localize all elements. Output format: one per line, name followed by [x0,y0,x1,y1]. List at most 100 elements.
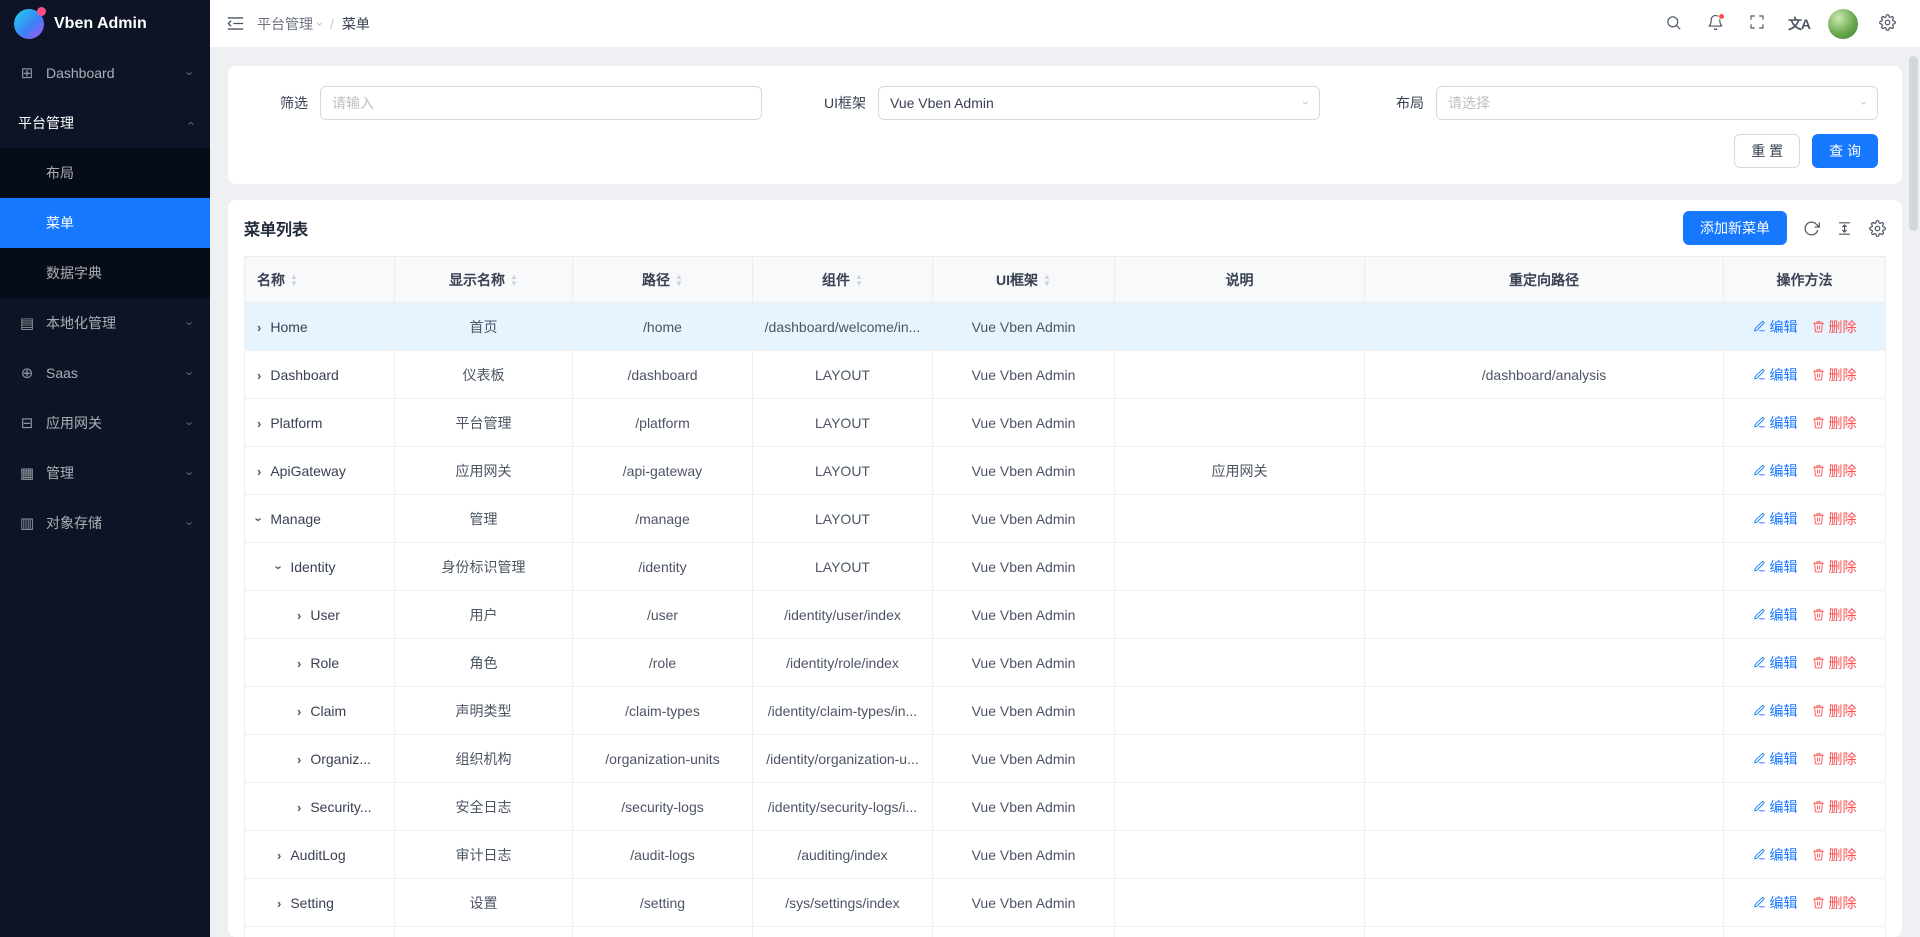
scrollbar-thumb[interactable] [1909,56,1918,231]
edit-button[interactable]: 编辑 [1753,365,1798,385]
expand-caret-icon[interactable]: › [277,848,281,863]
edit-button[interactable]: 编辑 [1753,557,1798,577]
add-menu-button[interactable]: 添加新菜单 [1683,211,1787,245]
cell-name: ›User [245,591,395,639]
settings-button[interactable] [1870,7,1904,41]
notification-button[interactable] [1698,7,1732,41]
cell-path: /home [573,303,753,351]
expand-caret-icon[interactable]: › [277,896,281,911]
delete-button[interactable]: 删除 [1812,557,1857,577]
expand-caret-icon[interactable]: › [257,464,261,479]
fullscreen-button[interactable] [1740,7,1774,41]
column-header-name[interactable]: 名称▲▼ [245,257,395,303]
delete-button[interactable]: 删除 [1812,749,1857,769]
edit-button[interactable]: 编辑 [1753,893,1798,913]
edit-button[interactable]: 编辑 [1753,509,1798,529]
breadcrumb-root[interactable]: 平台管理 › [257,14,322,34]
delete-icon [1812,848,1825,861]
sidebar-subitem-platform-2[interactable]: 数据字典 [0,248,210,298]
sort-carets[interactable]: ▲▼ [675,273,683,287]
expand-caret-icon[interactable]: › [297,656,301,671]
cell-component: /identity/claim-types/in... [753,687,933,735]
delete-button[interactable]: 删除 [1812,701,1857,721]
reset-button[interactable]: 重 置 [1734,134,1800,168]
column-header-path[interactable]: 路径▲▼ [573,257,753,303]
edit-button[interactable]: 编辑 [1753,653,1798,673]
delete-icon [1812,608,1825,621]
column-header-display[interactable]: 显示名称▲▼ [395,257,573,303]
edit-button[interactable]: 编辑 [1753,701,1798,721]
filter-keyword-input[interactable] [320,86,762,120]
sidebar-subitem-platform-1[interactable]: 菜单 [0,198,210,248]
sidebar-item-manage[interactable]: ▦管理› [0,448,210,498]
search-submit-button[interactable]: 查 询 [1812,134,1878,168]
column-settings-icon[interactable] [1869,220,1886,237]
cell-actions: 编辑删除 [1724,399,1886,447]
delete-button[interactable]: 删除 [1812,365,1857,385]
row-name: Identity [290,559,335,575]
cell-path: /audit-logs [573,831,753,879]
expand-caret-icon[interactable]: › [257,368,261,383]
sidebar-item-platform[interactable]: 平台管理› [0,98,210,148]
column-header-redirect: 重定向路径 [1365,257,1724,303]
search-button[interactable] [1656,7,1690,41]
cell-component: /identity/role/index [753,639,933,687]
column-header-ui[interactable]: UI框架▲▼ [933,257,1115,303]
column-label: 操作方法 [1777,270,1833,290]
translate-button[interactable]: 文A [1782,7,1816,41]
expand-caret-icon[interactable]: › [297,704,301,719]
ui-framework-select[interactable]: Vue Vben Admin › [878,86,1320,120]
delete-button[interactable]: 删除 [1812,509,1857,529]
scrollbar[interactable] [1909,50,1918,937]
expand-caret-icon[interactable]: › [252,517,267,521]
delete-button[interactable]: 删除 [1812,605,1857,625]
cell-component: /auditing/index [753,831,933,879]
refresh-icon[interactable] [1803,220,1820,237]
expand-caret-icon[interactable]: › [257,416,261,431]
column-header-desc: 说明 [1115,257,1365,303]
column-header-component[interactable]: 组件▲▼ [753,257,933,303]
delete-button[interactable]: 删除 [1812,845,1857,865]
layout-select[interactable]: 请选择 › [1436,86,1878,120]
gear-icon [1879,14,1896,34]
avatar[interactable] [1828,9,1858,39]
delete-button[interactable]: 删除 [1812,413,1857,433]
menu-table: 名称▲▼显示名称▲▼路径▲▼组件▲▼UI框架▲▼说明重定向路径操作方法 ›Hom… [244,256,1886,937]
sort-carets[interactable]: ▲▼ [855,273,863,287]
sidebar-subitem-platform-0[interactable]: 布局 [0,148,210,198]
expand-caret-icon[interactable]: › [297,608,301,623]
delete-button[interactable]: 删除 [1812,797,1857,817]
edit-button[interactable]: 编辑 [1753,845,1798,865]
sidebar-collapse-icon[interactable] [226,14,245,33]
sort-carets[interactable]: ▲▼ [510,273,518,287]
sidebar-item-localization[interactable]: ▤本地化管理› [0,298,210,348]
sidebar-item-storage[interactable]: ▥对象存储› [0,498,210,548]
cell-component: /sys/settings/index [753,879,933,927]
expand-caret-icon[interactable]: › [297,800,301,815]
density-icon[interactable] [1836,220,1853,237]
edit-icon [1753,752,1766,765]
logo[interactable]: Vben Admin [0,0,210,48]
column-label: 重定向路径 [1509,270,1579,290]
sidebar-item-saas[interactable]: ⊕Saas› [0,348,210,398]
expand-caret-icon[interactable]: › [297,752,301,767]
storage-icon: ▥ [18,514,36,532]
delete-button[interactable]: 删除 [1812,893,1857,913]
delete-button[interactable]: 删除 [1812,653,1857,673]
delete-button[interactable]: 删除 [1812,461,1857,481]
edit-button[interactable]: 编辑 [1753,461,1798,481]
edit-button[interactable]: 编辑 [1753,749,1798,769]
sort-carets[interactable]: ▲▼ [1043,273,1051,287]
edit-button[interactable]: 编辑 [1753,797,1798,817]
edit-button[interactable]: 编辑 [1753,317,1798,337]
delete-button[interactable]: 删除 [1812,317,1857,337]
sort-carets[interactable]: ▲▼ [290,273,298,287]
expand-caret-icon[interactable]: › [257,320,261,335]
expand-caret-icon[interactable]: › [272,565,287,569]
edit-button[interactable]: 编辑 [1753,605,1798,625]
chevron-down-icon: › [183,471,196,475]
sidebar-item-dashboard[interactable]: ⊞Dashboard› [0,48,210,98]
edit-button[interactable]: 编辑 [1753,413,1798,433]
sidebar-item-gateway[interactable]: ⊟应用网关› [0,398,210,448]
logo-accent-dot [37,7,46,16]
